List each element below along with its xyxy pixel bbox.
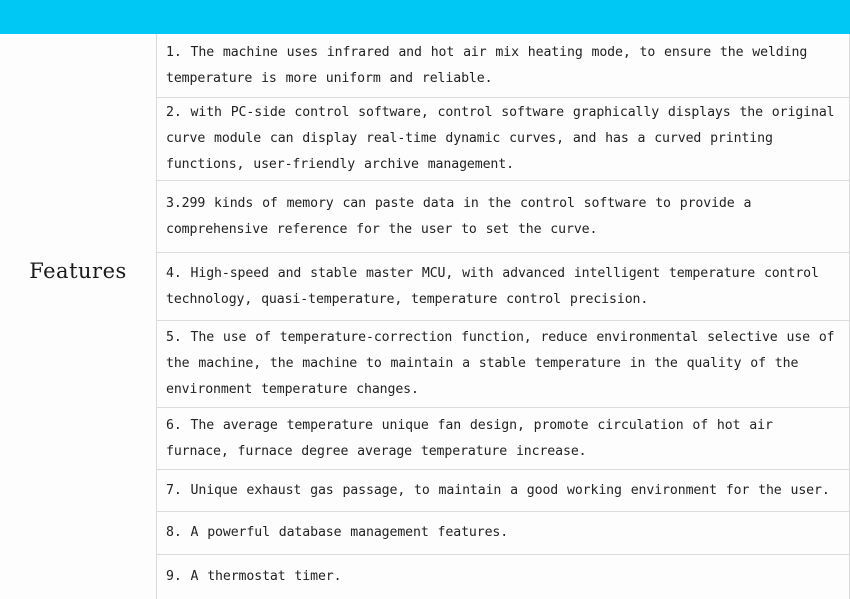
feature-item-3: 3.299 kinds of memory can paste data in …	[166, 195, 752, 237]
table-row: 7. Unique exhaust gas passage, to mainta…	[157, 470, 849, 512]
feature-item-1: 1. The machine uses infrared and hot air…	[166, 44, 808, 86]
feature-item-4: 4. High-speed and stable master MCU, wit…	[166, 265, 819, 307]
features-label: Features	[29, 258, 127, 283]
table-row: 1. The machine uses infrared and hot air…	[157, 34, 849, 98]
table-row: 6. The average temperature unique fan de…	[157, 408, 849, 470]
top-banner	[0, 0, 850, 34]
feature-item-2: 2. with PC-side control software, contro…	[166, 105, 835, 172]
feature-item-6: 6. The average temperature unique fan de…	[166, 417, 773, 459]
table-row: 9. A thermostat timer.	[157, 555, 849, 599]
features-label-cell: Features	[0, 34, 157, 599]
table-row: 2. with PC-side control software, contro…	[157, 98, 849, 181]
feature-item-7: 7. Unique exhaust gas passage, to mainta…	[166, 482, 830, 498]
table-row: 5. The use of temperature-correction fun…	[157, 321, 849, 408]
features-list: 1. The machine uses infrared and hot air…	[157, 34, 850, 599]
table-row: 3.299 kinds of memory can paste data in …	[157, 181, 849, 253]
table-row: 4. High-speed and stable master MCU, wit…	[157, 253, 849, 321]
feature-item-9: 9. A thermostat timer.	[166, 569, 342, 584]
feature-item-8: 8. A powerful database management featur…	[166, 525, 509, 540]
table-row: 8. A powerful database management featur…	[157, 512, 849, 555]
feature-item-5: 5. The use of temperature-correction fun…	[166, 330, 835, 397]
features-spec-table: Features 1. The machine uses infrared an…	[0, 34, 850, 599]
page-root: Features 1. The machine uses infrared an…	[0, 0, 850, 599]
